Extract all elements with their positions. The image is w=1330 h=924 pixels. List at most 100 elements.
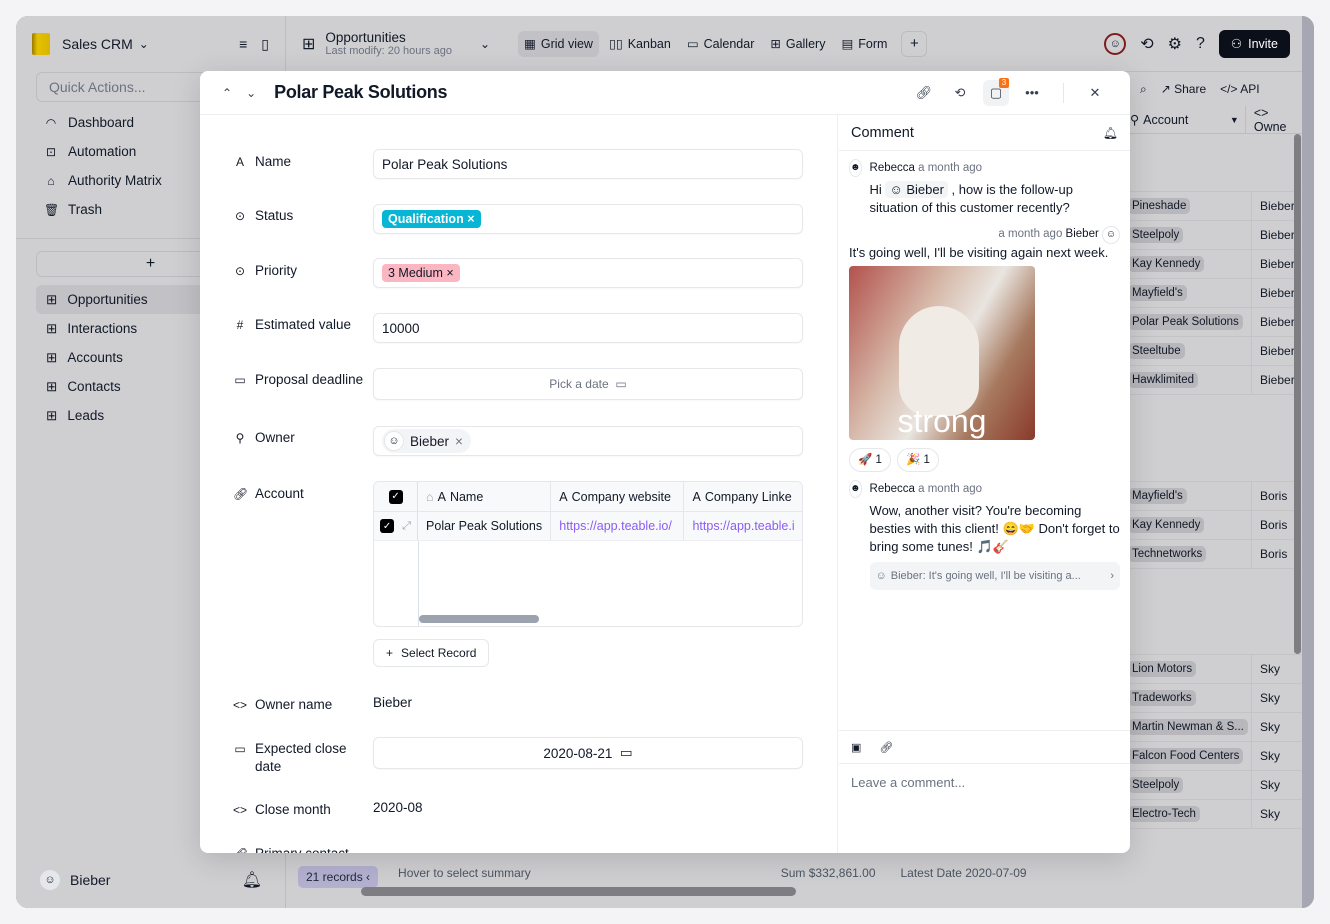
link-icon[interactable]: 🔗︎: [879, 741, 893, 754]
expected-close-date-picker[interactable]: 2020-08-21 ▭: [373, 737, 803, 769]
horizontal-scrollbar[interactable]: [419, 615, 539, 623]
sidebar-toggle-icon[interactable]: ▯: [261, 36, 269, 53]
tab-gallery[interactable]: ⊞ Gallery: [764, 31, 831, 57]
gear-icon[interactable]: ⚙: [1168, 34, 1182, 54]
image-icon[interactable]: ▣: [851, 741, 861, 754]
horizontal-scrollbar[interactable]: [361, 887, 796, 896]
collaborator-avatar[interactable]: ☺: [1104, 32, 1127, 55]
cell-account: Martin Newman & S...: [1128, 712, 1252, 742]
bell-icon[interactable]: 🔔︎: [242, 870, 262, 890]
table-row[interactable]: Steelpoly Sky: [1128, 770, 1302, 800]
help-icon[interactable]: ?: [1196, 35, 1205, 53]
table-row[interactable]: Electro-Tech Sky: [1128, 799, 1302, 829]
more-icon[interactable]: •••: [1019, 80, 1045, 106]
quote-text: Bieber: It's going well, I'll be visitin…: [890, 570, 1081, 582]
reaction-party[interactable]: 🎉 1: [896, 448, 939, 472]
reaction-rocket[interactable]: 🚀 1: [849, 448, 891, 472]
table-row[interactable]: Kay Kennedy Bieber: [1128, 249, 1302, 279]
row-checkbox[interactable]: ✓: [380, 519, 395, 533]
tab-grid-view[interactable]: ▦ Grid view: [518, 30, 599, 57]
table-row[interactable]: Lion Motors Sky: [1128, 654, 1302, 684]
latest-date-summary[interactable]: Latest Date 2020-07-09: [901, 866, 1027, 880]
user-avatar[interactable]: ☺: [40, 870, 60, 890]
field-label: Close month: [255, 802, 331, 817]
cell-account: Kay Kennedy: [1128, 510, 1252, 540]
quoted-reply[interactable]: ☺ Bieber: It's going well, I'll be visiti…: [869, 562, 1120, 590]
field-expected-close-date: ▭ Expected close date: [233, 740, 373, 776]
invite-button[interactable]: ⚇ Invite: [1218, 29, 1290, 58]
sum-summary[interactable]: Sum $332,861.00: [781, 866, 876, 880]
close-icon[interactable]: ✕: [1082, 80, 1108, 106]
tab-form[interactable]: ▤ Form: [835, 31, 893, 57]
chevron-down-icon[interactable]: ⌄: [139, 37, 149, 51]
history-icon[interactable]: ⟲: [947, 80, 973, 106]
cell-name: Polar Peak Solutions: [418, 512, 552, 540]
cell-linkedin[interactable]: https://app.teable.i: [684, 512, 802, 540]
sort-desc-icon[interactable]: ▼: [1230, 115, 1239, 125]
account-pill: Tradeworks: [1128, 690, 1196, 706]
table-row[interactable]: Mayfield's Bieber: [1128, 278, 1302, 308]
comment-toggle-button[interactable]: ▢ 3: [983, 77, 1009, 106]
table-row[interactable]: Tradeworks Sky: [1128, 683, 1302, 713]
estimated-value-input[interactable]: 10000: [373, 313, 803, 343]
divider: [1063, 82, 1064, 103]
mention-chip[interactable]: ☺ Bieber: [885, 181, 948, 198]
column-header-account[interactable]: ⚲ Account ▼: [1128, 105, 1246, 134]
record-count-badge[interactable]: 21 records ‹: [298, 866, 379, 888]
previous-record-icon[interactable]: ⌃: [222, 86, 232, 100]
table-row[interactable]: ✓ ⤢ Polar Peak Solutions https://app.teab…: [374, 512, 802, 541]
remove-tag-icon[interactable]: ×: [467, 212, 474, 226]
table-row[interactable]: Technetworks Boris: [1128, 539, 1302, 569]
table-row[interactable]: Pineshade Bieber: [1128, 191, 1302, 221]
vertical-scrollbar[interactable]: [1294, 134, 1301, 654]
reactions: 🚀 1 🎉 1: [849, 448, 1120, 472]
link-field-icon: 🔗︎: [233, 845, 248, 853]
record-title: Polar Peak Solutions: [274, 82, 448, 102]
field-label: Priority: [255, 263, 298, 278]
remove-user-icon[interactable]: ×: [455, 434, 463, 449]
base-name[interactable]: Sales CRM: [62, 36, 133, 52]
search-icon[interactable]: ⌕: [1140, 82, 1147, 97]
name-input[interactable]: Polar Peak Solutions: [373, 149, 803, 179]
user-field-icon: ⚲: [235, 431, 245, 445]
tab-kanban[interactable]: ▯▯ Kanban: [603, 31, 677, 57]
field-primary-contact: 🔗︎ Primary contact: [233, 845, 373, 853]
tab-calendar[interactable]: ▭ Calendar: [681, 31, 761, 57]
api-label: API: [1240, 82, 1260, 96]
api-button[interactable]: </> API: [1220, 82, 1259, 96]
add-view-button[interactable]: +: [901, 30, 928, 57]
next-record-icon[interactable]: ⌄: [246, 86, 256, 100]
history-icon[interactable]: ⟲: [1140, 34, 1153, 54]
comment-input[interactable]: Leave a comment...: [851, 775, 965, 790]
column-header-owner[interactable]: <> Owne: [1246, 106, 1302, 134]
gif-image[interactable]: strong: [849, 266, 1035, 440]
cell-account: Kay Kennedy: [1128, 249, 1252, 279]
user-name[interactable]: Bieber: [70, 872, 110, 888]
cell-owner: Sky: [1260, 662, 1281, 676]
table-row[interactable]: Steelpoly Bieber: [1128, 220, 1302, 250]
table-row[interactable]: Polar Peak Solutions Bieber: [1128, 307, 1302, 337]
owner-select[interactable]: ☺ Bieber ×: [373, 426, 803, 456]
expand-icon[interactable]: ⤢: [402, 520, 411, 533]
share-button[interactable]: ↗ Share: [1161, 82, 1206, 96]
table-row[interactable]: Steeltube Bieber: [1128, 336, 1302, 366]
proposal-deadline-picker[interactable]: Pick a date ▭: [373, 368, 803, 400]
menu-icon[interactable]: ≡: [239, 36, 247, 53]
table-row[interactable]: Kay Kennedy Boris: [1128, 510, 1302, 540]
priority-select[interactable]: 3 Medium ×: [373, 258, 803, 288]
bell-icon[interactable]: 🔔︎: [1103, 126, 1118, 140]
window-scrollbar-track: [1302, 16, 1314, 908]
table-header[interactable]: ⊞ Opportunities Last modify: 20 hours ag…: [302, 30, 490, 57]
cell-account: Steeltube: [1128, 336, 1252, 366]
remove-tag-icon[interactable]: ×: [446, 266, 453, 280]
cell-website[interactable]: https://app.teable.io/: [551, 512, 685, 540]
table-row[interactable]: Mayfield's Boris: [1128, 481, 1302, 511]
table-row[interactable]: Falcon Food Centers Sky: [1128, 741, 1302, 771]
select-record-button[interactable]: + Select Record: [373, 639, 490, 667]
copy-link-icon[interactable]: 🔗︎: [911, 80, 937, 106]
table-row[interactable]: Hawklimited Bieber: [1128, 365, 1302, 395]
chevron-down-icon[interactable]: ⌄: [480, 37, 490, 51]
status-select[interactable]: Qualification ×: [373, 204, 803, 234]
table-row[interactable]: Martin Newman & S... Sky: [1128, 712, 1302, 742]
select-all-checkbox[interactable]: ✓: [388, 489, 403, 504]
